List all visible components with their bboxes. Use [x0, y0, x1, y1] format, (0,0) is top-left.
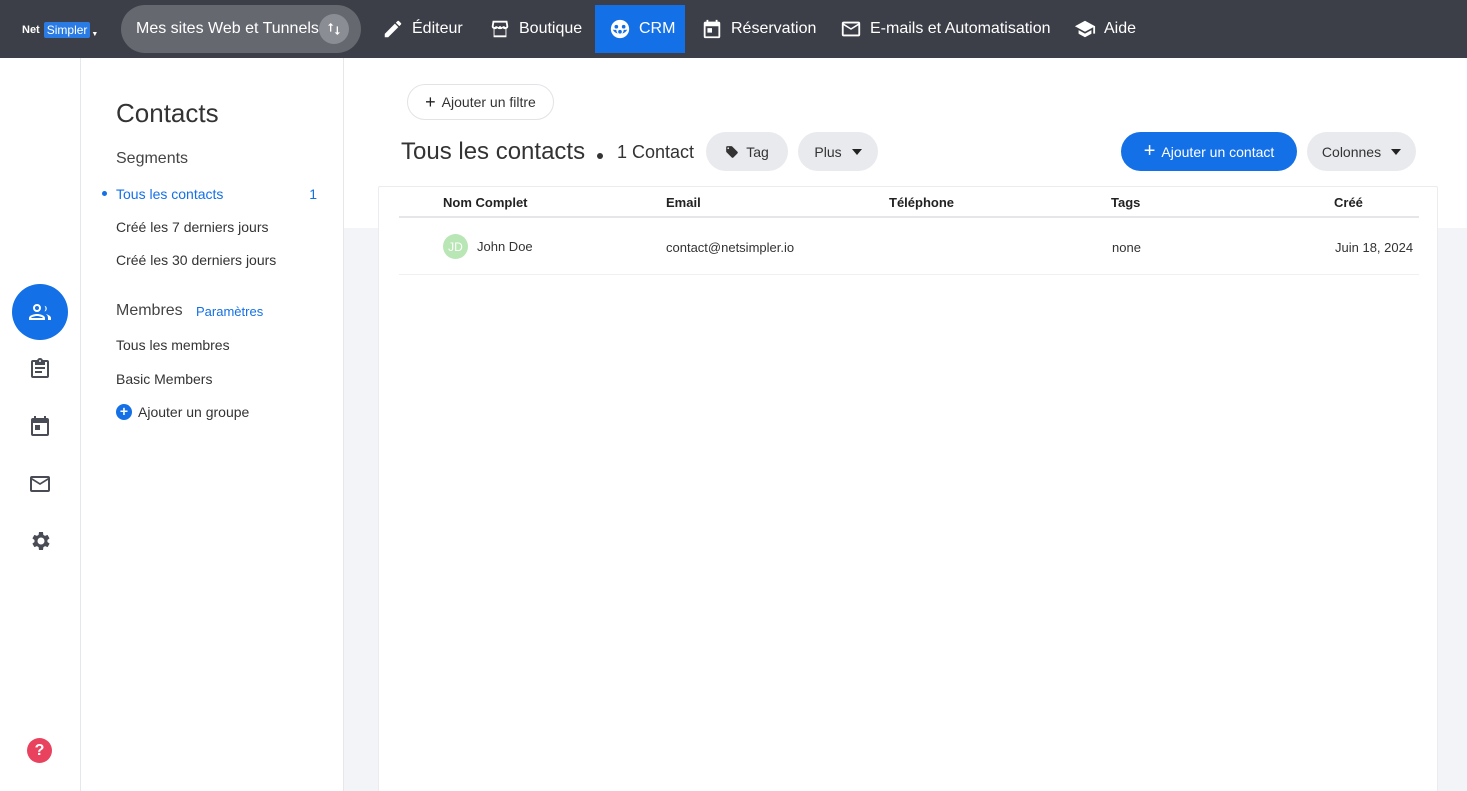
contact-created: Juin 18, 2024 — [1335, 240, 1414, 255]
nav-aide[interactable]: Aide — [1074, 5, 1136, 53]
add-group-button[interactable]: + Ajouter un groupe — [116, 404, 249, 420]
col-telephone[interactable]: Téléphone — [889, 195, 954, 210]
contacts-sidebar: Contacts Segments Tous les contacts 1 Cr… — [81, 58, 344, 791]
site-switcher-button[interactable]: Mes sites Web et Tunnels — [121, 5, 361, 53]
calendar-icon — [31, 416, 49, 436]
nav-boutique[interactable]: Boutique — [489, 5, 582, 53]
col-cree[interactable]: Créé — [1334, 195, 1363, 210]
add-contact-label: Ajouter un contact — [1161, 143, 1275, 160]
tag-button[interactable]: Tag — [706, 132, 788, 171]
site-switcher-label: Mes sites Web et Tunnels — [136, 20, 319, 37]
col-nom-complet[interactable]: Nom Complet — [443, 195, 528, 210]
active-dot — [102, 191, 107, 196]
add-group-label: Ajouter un groupe — [138, 404, 250, 420]
contacts-table: Nom Complet Email Téléphone Tags Créé JD… — [378, 186, 1438, 791]
table-header: Nom Complet Email Téléphone Tags Créé — [399, 187, 1419, 218]
col-tags[interactable]: Tags — [1111, 195, 1140, 210]
mail-icon — [30, 476, 50, 492]
columns-label: Colonnes — [1321, 143, 1382, 160]
main-content: + Ajouter un filtre Tous les contacts 1 … — [344, 58, 1467, 791]
members-basic[interactable]: Basic Members — [116, 371, 212, 387]
sidebar-title: Contacts — [116, 98, 219, 128]
segment-count: 1 — [309, 186, 317, 202]
avatar: JD — [443, 234, 468, 259]
contact-count: 1 Contact — [617, 142, 695, 162]
table-row[interactable]: JD John Doe contact@netsimpler.io none J… — [399, 220, 1419, 275]
more-dropdown[interactable]: Plus — [798, 132, 878, 171]
segment-30-days[interactable]: Créé les 30 derniers jours — [116, 252, 276, 268]
nav-emails-label: E-mails et Automatisation — [870, 20, 1051, 37]
plus-circle-icon: + — [116, 404, 132, 420]
col-email[interactable]: Email — [666, 195, 701, 210]
logo-caret-icon: ▼ — [91, 30, 99, 38]
more-label: Plus — [814, 143, 842, 160]
caret-down-icon — [851, 148, 862, 155]
add-filter-button[interactable]: + Ajouter un filtre — [407, 84, 554, 120]
segments-heading: Segments — [116, 150, 189, 167]
rail-contacts-button[interactable] — [12, 284, 68, 340]
segment-tous-les-contacts[interactable]: Tous les contacts — [116, 186, 223, 202]
rail-calendar-button[interactable] — [27, 413, 53, 439]
rail-clipboard-button[interactable] — [27, 356, 53, 382]
nav-boutique-label: Boutique — [519, 20, 583, 37]
segment-7-days[interactable]: Créé les 7 derniers jours — [116, 219, 269, 235]
swap-arrows-icon[interactable] — [319, 14, 349, 44]
caret-down-icon — [1391, 148, 1402, 155]
nav-reservation-label: Réservation — [731, 20, 817, 37]
contact-tags: none — [1112, 240, 1141, 255]
nav-crm-label: CRM — [639, 20, 676, 37]
nav-crm[interactable]: CRM — [595, 5, 685, 53]
logo-part-simpler: Simpler — [43, 22, 91, 38]
page-title: Tous les contacts — [401, 138, 586, 165]
members-all[interactable]: Tous les membres — [116, 337, 230, 353]
graduation-cap-icon — [1074, 20, 1096, 38]
pencil-icon — [384, 20, 402, 38]
nav-emails-automatisation[interactable]: E-mails et Automatisation — [840, 5, 1051, 53]
gear-icon — [32, 532, 50, 550]
members-heading: Membres — [116, 302, 183, 319]
plus-icon: + — [425, 91, 436, 112]
mail-icon — [841, 21, 861, 37]
contacts-wheel-icon — [610, 19, 630, 39]
clipboard-icon — [31, 358, 49, 378]
nav-editeur-label: Éditeur — [412, 20, 463, 37]
columns-dropdown[interactable]: Colonnes — [1307, 132, 1416, 171]
members-settings-link[interactable]: Paramètres — [196, 304, 263, 319]
separator-dot — [597, 153, 603, 159]
top-nav: Net Simpler ▼ Mes sites Web et Tunnels É… — [0, 0, 1467, 58]
nav-editeur[interactable]: Éditeur — [382, 5, 463, 53]
contact-email: contact@netsimpler.io — [666, 240, 795, 255]
calendar-icon — [703, 19, 721, 39]
contacts-icon — [29, 304, 51, 320]
netsimpler-logo[interactable]: Net Simpler ▼ — [22, 20, 98, 40]
add-contact-button[interactable]: + Ajouter un contact — [1121, 132, 1297, 171]
store-icon — [491, 20, 509, 38]
help-icon[interactable]: ? — [27, 738, 52, 763]
tag-icon — [726, 145, 739, 158]
logo-part-net: Net — [22, 24, 40, 36]
rail-mail-button[interactable] — [27, 471, 53, 497]
add-filter-label: Ajouter un filtre — [441, 94, 536, 110]
icon-rail: ? — [0, 58, 81, 791]
contact-name[interactable]: John Doe — [477, 239, 533, 254]
nav-reservation[interactable]: Réservation — [701, 5, 816, 53]
nav-aide-label: Aide — [1104, 20, 1137, 37]
tag-label: Tag — [746, 143, 769, 160]
rail-settings-button[interactable] — [27, 528, 53, 554]
plus-icon: + — [1143, 140, 1156, 162]
